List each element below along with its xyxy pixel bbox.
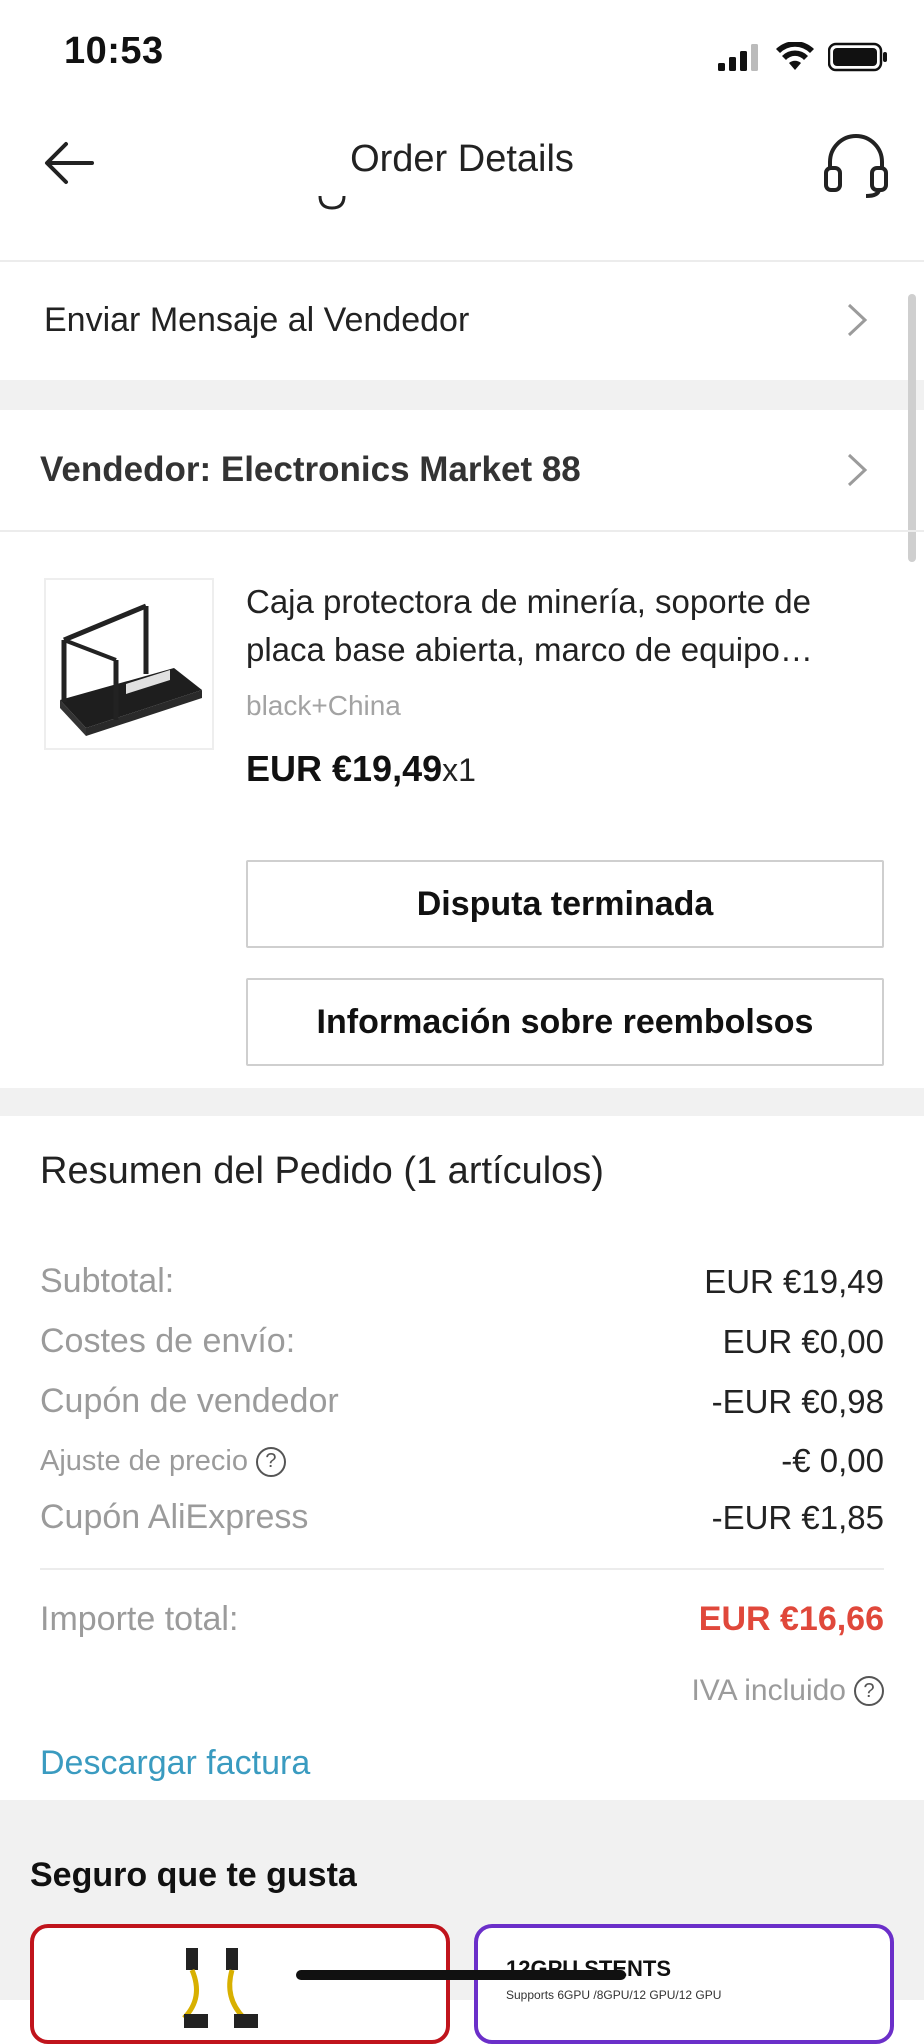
chevron-right-icon (847, 303, 868, 337)
help-icon[interactable]: ? (255, 1446, 286, 1477)
summary-row-subtotal: Subtotal: EUR €19,49 (40, 1262, 884, 1301)
product-title[interactable]: Caja protectora de minería, soporte de p… (246, 578, 886, 674)
summary-value: -EUR €1,85 (711, 1498, 884, 1536)
chevron-right-icon (847, 453, 868, 487)
page-title: Order Details (350, 138, 574, 180)
summary-label: Cupón de vendedor (40, 1382, 339, 1420)
summary-row-seller-coupon: Cupón de vendedor -EUR €0,98 (40, 1382, 884, 1421)
product-price: EUR €19,49x1 (246, 748, 476, 790)
price-value: EUR €19,49 (246, 748, 443, 789)
product-image (182, 1948, 258, 2028)
summary-row-shipping: Costes de envío: EUR €0,00 (40, 1322, 884, 1361)
vat-included: IVA incluido ? (691, 1674, 884, 1708)
summary-label: Costes de envío: (40, 1322, 296, 1360)
customer-service-button[interactable] (820, 130, 892, 200)
product-thumbnail[interactable] (44, 578, 214, 750)
signal-icon (718, 44, 758, 71)
quantity: x1 (442, 752, 476, 788)
vat-label: IVA incluido (691, 1674, 846, 1707)
seller-name: Vendedor: Electronics Market 88 (40, 450, 581, 489)
help-icon[interactable]: ? (854, 1676, 884, 1706)
message-seller-label: Enviar Mensaje al Vendedor (44, 300, 470, 339)
recommendation-card[interactable] (30, 1924, 450, 2044)
recommendations-title: Seguro que te gusta (30, 1856, 357, 1894)
download-invoice-link[interactable]: Descargar factura (40, 1744, 310, 1783)
summary-row-price-adjustment: Ajuste de precio? -€ 0,00 (40, 1442, 884, 1480)
wifi-icon (776, 42, 814, 70)
section-separator (0, 380, 924, 410)
message-seller-row[interactable]: Enviar Mensaje al Vendedor (0, 262, 924, 378)
summary-divider (40, 1568, 884, 1570)
summary-row-aliexpress-coupon: Cupón AliExpress -EUR €1,85 (40, 1498, 884, 1537)
battery-icon (828, 42, 887, 72)
scrolled-text-fragment (318, 196, 348, 216)
status-icons (718, 40, 888, 74)
recommendation-card[interactable]: 12GPU STENTS Supports 6GPU /8GPU/12 GPU/… (474, 1924, 894, 2044)
summary-row-total: Importe total: EUR €16,66 (40, 1600, 884, 1639)
refund-info-button[interactable]: Información sobre reembolsos (246, 978, 884, 1066)
status-time: 10:53 (64, 30, 164, 72)
total-value: EUR €16,66 (698, 1600, 884, 1638)
product-image (60, 603, 202, 736)
seller-divider (0, 530, 924, 532)
summary-value: EUR €19,49 (704, 1262, 884, 1300)
summary-value: -EUR €0,98 (711, 1382, 884, 1420)
summary-value: -€ 0,00 (781, 1442, 884, 1479)
headset-icon (824, 134, 888, 198)
dispute-finished-button[interactable]: Disputa terminada (246, 860, 884, 948)
summary-value: EUR €0,00 (722, 1322, 884, 1360)
summary-label: Subtotal: (40, 1262, 175, 1300)
total-label: Importe total: (40, 1600, 239, 1638)
seller-row[interactable]: Vendedor: Electronics Market 88 (0, 410, 924, 530)
home-indicator[interactable] (296, 1970, 626, 1980)
price-adjustment-label: Ajuste de precio (40, 1444, 248, 1477)
order-summary-title: Resumen del Pedido (1 artículos) (40, 1150, 604, 1192)
summary-label: Cupón AliExpress (40, 1498, 309, 1536)
section-separator (0, 1088, 924, 1116)
summary-label: Ajuste de precio? (40, 1445, 286, 1478)
product-variant: black+China (246, 690, 401, 721)
